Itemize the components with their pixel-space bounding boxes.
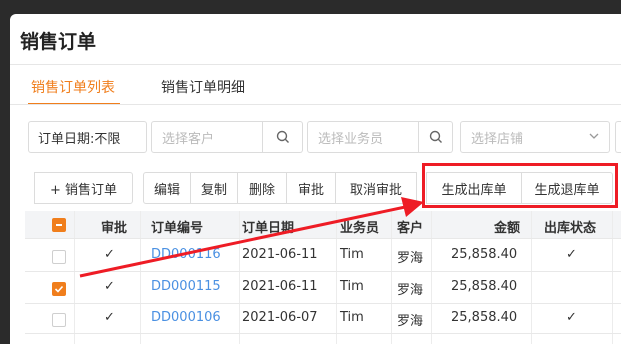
annotation-arrow: [79, 197, 424, 278]
